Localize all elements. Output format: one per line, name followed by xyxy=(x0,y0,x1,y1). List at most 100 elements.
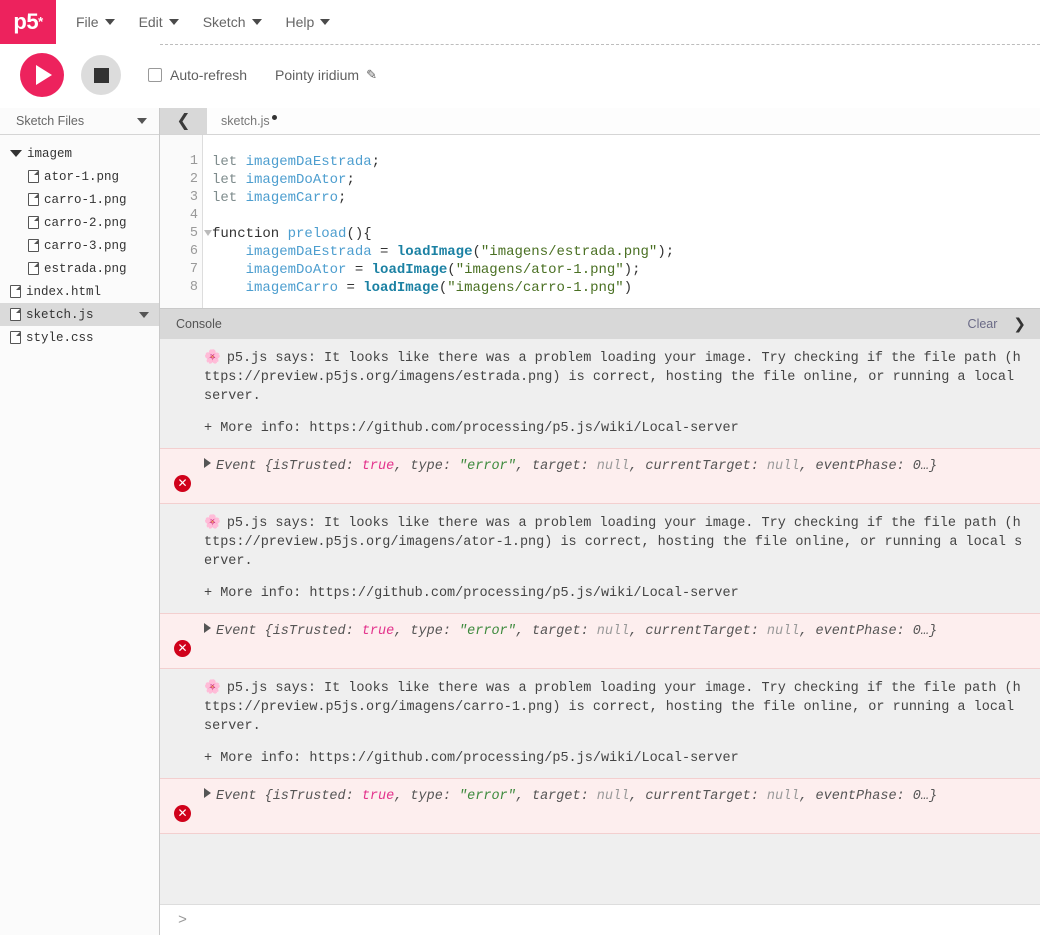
disclosure-triangle-icon[interactable] xyxy=(204,458,211,468)
tree-item-sketch-js[interactable]: sketch.js xyxy=(0,303,159,326)
code-area[interactable]: 1 2 3 4 5 6 7 8 let imagemDaEstrada; let… xyxy=(160,135,1040,308)
console-error-row[interactable]: ✕ Event {isTrusted: true, type: "error",… xyxy=(160,778,1040,834)
tab-sketch-js[interactable]: sketch.js xyxy=(207,108,291,134)
line-number: 6 xyxy=(189,244,198,259)
p5-logo[interactable]: p5 * xyxy=(0,0,56,44)
p5-logo-text: p5 xyxy=(13,9,39,34)
error-icon: ✕ xyxy=(174,475,191,492)
error-prefix: Event {isTrusted: xyxy=(216,624,362,639)
sidebar-header: Sketch Files xyxy=(0,108,159,135)
code-content[interactable]: let imagemDaEstrada; let imagemDoAtor; l… xyxy=(203,135,1040,308)
menu-item-file[interactable]: File xyxy=(66,8,125,36)
console-error-row[interactable]: ✕ Event {isTrusted: true, type: "error",… xyxy=(160,448,1040,504)
menu-item-label: Sketch xyxy=(202,14,246,30)
file-tree: imagem ator-1.png carro-1.png carro-2.pn… xyxy=(0,135,159,349)
p5-web-editor: p5 * File Edit Sketch Help Auto-refresh … xyxy=(0,0,1040,935)
tree-item-style-css[interactable]: style.css xyxy=(0,326,159,349)
tree-item-index-html[interactable]: index.html xyxy=(0,280,159,303)
tree-item-label: carro-1.png xyxy=(44,192,127,207)
stop-icon xyxy=(93,67,109,83)
tree-item-label: carro-3.png xyxy=(44,238,127,253)
sketch-name-field[interactable]: Pointy iridium ✎ xyxy=(275,67,377,83)
menu-item-sketch[interactable]: Sketch xyxy=(193,8,272,36)
console-more-info: + More info: https://github.com/processi… xyxy=(204,751,739,766)
console-error-text: Event {isTrusted: true, type: "error", t… xyxy=(204,786,1028,807)
disclosure-triangle-icon[interactable] xyxy=(204,623,211,633)
collapse-sidebar-button[interactable]: ❮ xyxy=(160,108,207,134)
tree-item-estrada-png[interactable]: estrada.png xyxy=(0,257,159,280)
tree-item-ator-1-png[interactable]: ator-1.png xyxy=(0,165,159,188)
tree-item-label: carro-2.png xyxy=(44,215,127,230)
console-actions: Clear ❯ xyxy=(968,316,1026,332)
line-number: 2 xyxy=(189,172,198,187)
line-number: 1 xyxy=(189,154,198,169)
error-mid1: , type: xyxy=(394,789,460,804)
chevron-down-icon xyxy=(168,19,179,25)
error-mid3: , currentTarget: xyxy=(629,459,767,474)
error-value-target: null xyxy=(596,624,630,639)
error-icon: ✕ xyxy=(174,640,191,657)
tree-item-carro-2-png[interactable]: carro-2.png xyxy=(0,211,159,234)
console-message-text: 🌸 p5.js says: It looks like there was a p… xyxy=(160,349,1040,406)
tree-item-label: style.css xyxy=(26,330,94,345)
chevron-down-icon[interactable]: ❯ xyxy=(1013,316,1026,332)
error-prefix: Event {isTrusted: xyxy=(216,789,362,804)
console-message: 🌸 p5.js says: It looks like there was a p… xyxy=(160,669,1040,778)
line-number: 7 xyxy=(189,262,198,277)
error-mid2: , target: xyxy=(515,459,597,474)
flower-icon: 🌸 xyxy=(204,351,221,366)
error-suffix: , eventPhase: 0…} xyxy=(799,459,938,474)
auto-refresh-checkbox[interactable] xyxy=(148,68,162,82)
error-suffix: , eventPhase: 0…} xyxy=(799,624,938,639)
menu-item-edit[interactable]: Edit xyxy=(129,8,189,36)
auto-refresh-toggle[interactable]: Auto-refresh xyxy=(148,67,247,83)
file-icon xyxy=(28,170,39,183)
auto-refresh-label: Auto-refresh xyxy=(170,67,248,83)
menu-item-help[interactable]: Help xyxy=(276,8,341,36)
tree-item-label: estrada.png xyxy=(44,261,127,276)
file-icon xyxy=(28,193,39,206)
chevron-left-icon: ❮ xyxy=(176,111,191,131)
disclosure-triangle-icon[interactable] xyxy=(204,788,211,798)
sidebar-title: Sketch Files xyxy=(16,114,85,128)
error-icon: ✕ xyxy=(174,805,191,822)
code-fold-icon[interactable] xyxy=(204,230,212,236)
error-value-currenttarget: null xyxy=(766,459,800,474)
chevron-down-icon[interactable] xyxy=(139,311,149,318)
menu-item-label: Edit xyxy=(138,14,163,30)
run-button[interactable] xyxy=(20,53,64,97)
error-value-target: null xyxy=(596,789,630,804)
pencil-icon[interactable]: ✎ xyxy=(366,67,377,83)
console-more-info: + More info: https://github.com/processi… xyxy=(204,586,739,601)
menu-item-label: File xyxy=(76,14,99,30)
chevron-down-icon[interactable] xyxy=(137,118,147,124)
tree-item-folder-imagem[interactable]: imagem xyxy=(0,142,159,165)
line-number: 3 xyxy=(189,190,198,205)
console-error-row[interactable]: ✕ Event {isTrusted: true, type: "error",… xyxy=(160,613,1040,669)
console-body[interactable]: 🌸 p5.js says: It looks like there was a p… xyxy=(160,339,1040,905)
error-value-currenttarget: null xyxy=(766,624,800,639)
stop-button[interactable] xyxy=(81,55,121,95)
line-number: 8 xyxy=(189,280,198,295)
file-icon xyxy=(10,308,21,321)
toolbar: Auto-refresh Pointy iridium ✎ xyxy=(0,45,1040,105)
error-mid1: , type: xyxy=(394,459,460,474)
error-value-true: true xyxy=(361,789,395,804)
clear-console-button[interactable]: Clear xyxy=(968,317,998,331)
line-number-gutter: 1 2 3 4 5 6 7 8 xyxy=(160,135,212,308)
error-prefix: Event {isTrusted: xyxy=(216,459,362,474)
tree-item-carro-3-png[interactable]: carro-3.png xyxy=(0,234,159,257)
console-message-body: p5.js says: It looks like there was a pr… xyxy=(204,351,1023,404)
menu-item-list: File Edit Sketch Help xyxy=(56,0,340,44)
error-value-true: true xyxy=(361,459,395,474)
chevron-down-icon xyxy=(251,19,262,25)
error-value-type: "error" xyxy=(459,789,516,804)
tree-item-carro-1-png[interactable]: carro-1.png xyxy=(0,188,159,211)
file-icon xyxy=(28,216,39,229)
play-icon xyxy=(36,65,52,85)
console-input-row[interactable]: > xyxy=(160,904,1040,935)
disclosure-triangle-icon[interactable] xyxy=(10,150,22,157)
